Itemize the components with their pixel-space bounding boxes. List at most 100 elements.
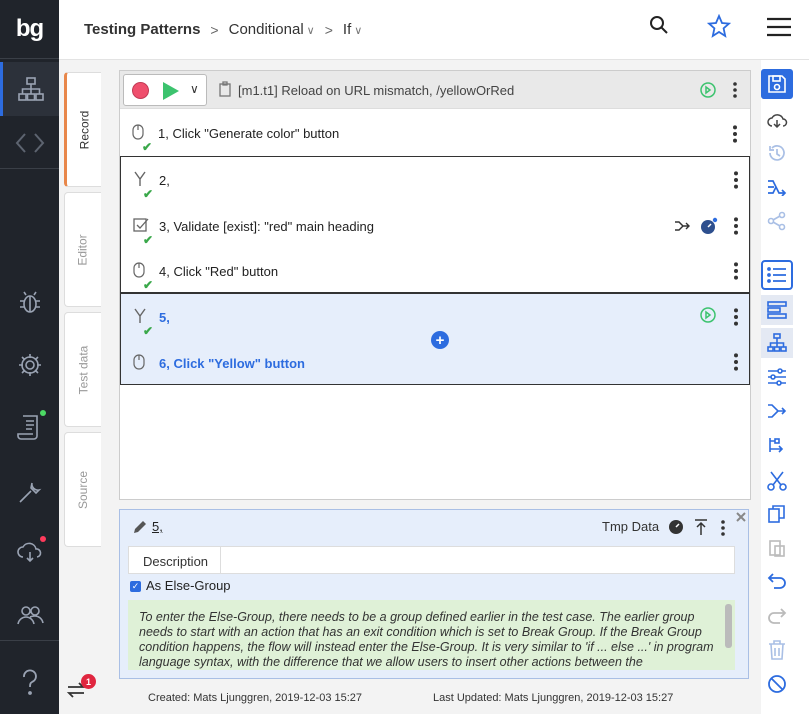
- tab-editor[interactable]: Editor: [64, 192, 101, 307]
- info-note-text: To enter the Else-Group, there needs to …: [139, 610, 714, 669]
- redo-icon: [768, 608, 787, 624]
- chevron-down-icon: ∨: [354, 25, 363, 37]
- menu-button[interactable]: [766, 17, 792, 40]
- crumb-case[interactable]: If ∨: [343, 21, 362, 38]
- undo-button[interactable]: [761, 566, 793, 596]
- step-row[interactable]: ✔ 2,: [121, 157, 751, 203]
- filter-button[interactable]: [761, 362, 793, 392]
- timer-icon[interactable]: [668, 519, 684, 535]
- run-from-here-icon[interactable]: [700, 307, 716, 323]
- check-icon: ✔: [143, 278, 154, 292]
- step-group: ✔ 2, ✔ 3, Validate [exist]: "red" main h…: [120, 156, 750, 293]
- kebab-menu-icon[interactable]: [721, 519, 725, 537]
- alert-dot: [40, 536, 46, 542]
- rail-divider: [0, 168, 59, 169]
- check-icon: ✔: [143, 187, 154, 201]
- detail-title[interactable]: 5,: [152, 519, 163, 534]
- debug-nav-button[interactable]: [0, 275, 59, 329]
- sliders-icon: [768, 368, 786, 386]
- sync-button[interactable]: 1: [65, 674, 96, 703]
- search-button[interactable]: [649, 15, 669, 40]
- copy-button[interactable]: [761, 499, 793, 529]
- crumb-module-label: Conditional: [228, 21, 304, 38]
- mouse-icon: [133, 262, 145, 278]
- tools-nav-button[interactable]: [0, 465, 59, 519]
- crumb-module[interactable]: Conditional ∨: [229, 21, 315, 38]
- tab-description[interactable]: Description: [143, 554, 208, 569]
- kebab-menu-icon[interactable]: [733, 307, 739, 327]
- reports-nav-button[interactable]: [0, 400, 59, 454]
- kebab-menu-icon[interactable]: [733, 352, 739, 372]
- settings-nav-button[interactable]: [0, 338, 59, 392]
- download-button[interactable]: [761, 106, 793, 136]
- list-view-button[interactable]: [761, 260, 793, 290]
- run-from-here-icon[interactable]: [700, 82, 716, 98]
- record-button[interactable]: [132, 82, 149, 99]
- rail-divider: [0, 58, 59, 59]
- cut-button[interactable]: [761, 466, 793, 496]
- save-button[interactable]: [761, 69, 793, 99]
- cloud-sync-icon: [16, 542, 41, 563]
- collapse-up-icon[interactable]: [694, 518, 708, 536]
- code-nav-button[interactable]: [0, 116, 59, 170]
- step-row[interactable]: 6, Click "Yellow" button: [121, 340, 751, 386]
- tab-test-data[interactable]: Test data: [64, 312, 101, 427]
- tab-source[interactable]: Source: [64, 432, 101, 547]
- clipboard-icon: [219, 81, 231, 97]
- redo-button[interactable]: [761, 601, 793, 631]
- crumb-separator: >: [324, 21, 333, 38]
- run-options-dropdown[interactable]: ∨: [190, 82, 199, 96]
- disable-button[interactable]: [761, 669, 793, 699]
- favorite-button[interactable]: [706, 13, 732, 41]
- close-icon[interactable]: [736, 512, 746, 522]
- tmp-data-label: Tmp Data: [602, 519, 660, 534]
- kebab-menu-icon[interactable]: [733, 170, 739, 190]
- kebab-menu-icon[interactable]: [733, 81, 737, 99]
- step-detail-panel: 5, Tmp Data Description ✓ As Else-Group …: [119, 509, 749, 679]
- step-row[interactable]: ✔ 4, Click "Red" button: [121, 248, 751, 294]
- cloud-nav-button[interactable]: [0, 524, 59, 578]
- step-row[interactable]: ✔ 1, Click "Generate color" button: [120, 110, 750, 156]
- else-group-checkbox[interactable]: ✓: [130, 581, 141, 592]
- team-nav-button[interactable]: [0, 588, 59, 642]
- kebab-menu-icon[interactable]: [732, 124, 738, 144]
- crumb-project[interactable]: Testing Patterns: [84, 21, 200, 38]
- kebab-menu-icon[interactable]: [733, 261, 739, 281]
- step-label: 4, Click "Red" button: [159, 264, 279, 279]
- play-button[interactable]: [163, 82, 179, 100]
- history-icon: [769, 145, 785, 161]
- app-logo[interactable]: bg: [0, 0, 59, 58]
- move-button[interactable]: [761, 430, 793, 460]
- undo-icon: [767, 573, 786, 589]
- floppy-disk-icon: [768, 75, 786, 93]
- branch-button[interactable]: [761, 396, 793, 426]
- selected-step-group: ✔ 5, + 6, Click "Yellow" button: [120, 293, 750, 385]
- tab-divider: [220, 547, 221, 573]
- scissors-icon: [767, 471, 787, 491]
- note-scrollbar[interactable]: [725, 604, 732, 648]
- crumb-case-label: If: [342, 21, 352, 38]
- steps-header: ∨ [m1.t1] Reload on URL mismatch, /yello…: [120, 71, 750, 109]
- flow-button[interactable]: [761, 172, 793, 202]
- tab-record[interactable]: Record: [64, 72, 101, 187]
- step-label: 6, Click "Yellow" button: [159, 356, 305, 371]
- group-view-button[interactable]: [761, 295, 793, 325]
- step-label: 3, Validate [exist]: "red" main heading: [159, 219, 374, 234]
- step-row[interactable]: ✔ 3, Validate [exist]: "red" main headin…: [121, 203, 751, 249]
- list-icon: [767, 267, 786, 283]
- share-icon: [767, 211, 786, 231]
- structure-nav-button[interactable]: [0, 62, 59, 116]
- kebab-menu-icon[interactable]: [733, 216, 739, 236]
- paste-button[interactable]: [761, 533, 793, 563]
- else-group-label: As Else-Group: [146, 578, 231, 593]
- right-toolbar: [761, 60, 809, 714]
- crumb-separator: >: [210, 21, 219, 38]
- branch-icon: [134, 308, 146, 323]
- created-info: Created: Mats Ljunggren, 2019-12-03 15:2…: [148, 692, 363, 704]
- help-nav-button[interactable]: [0, 656, 59, 710]
- delete-button[interactable]: [761, 635, 793, 665]
- tree-view-button[interactable]: [761, 328, 793, 358]
- history-button[interactable]: [761, 138, 793, 168]
- mouse-icon: [132, 124, 144, 140]
- share-button[interactable]: [761, 206, 793, 236]
